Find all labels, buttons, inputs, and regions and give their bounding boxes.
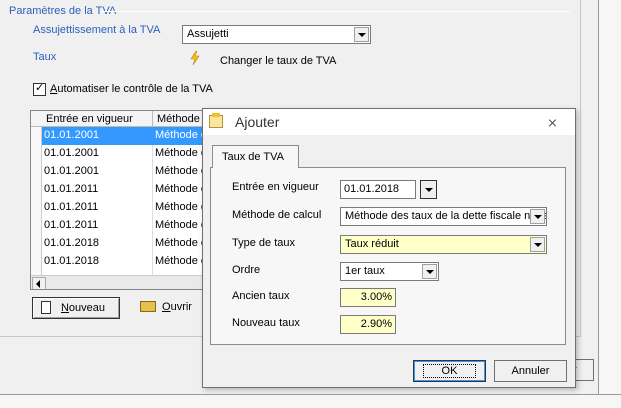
dialog-icon	[209, 113, 223, 128]
cell-date: 01.01.2011	[44, 219, 99, 231]
type-value: Taux réduit	[345, 238, 399, 250]
ancien-taux-input[interactable]: 3.00%	[340, 288, 396, 307]
cell-date: 01.01.2001	[44, 129, 100, 141]
cancel-button[interactable]: Annuler	[494, 360, 567, 382]
auto-check-label-text: utomatiser le contrôle de la TVA	[57, 83, 213, 95]
cell-date: 01.01.2011	[44, 201, 99, 213]
entree-label: Entrée en vigueur	[232, 181, 319, 193]
ok-button[interactable]: OK	[413, 360, 486, 382]
type-select[interactable]: Taux réduit	[340, 235, 547, 254]
dialog-titlebar[interactable]: Ajouter ⨯	[203, 109, 575, 135]
assujettissement-label: Assujettissement à la TVA	[33, 24, 161, 36]
nouveau-taux-input[interactable]: 2.90%	[340, 315, 396, 334]
ordre-select[interactable]: 1er taux	[340, 262, 439, 281]
ordre-value: 1er taux	[345, 265, 385, 277]
close-icon[interactable]: ⨯	[547, 115, 558, 131]
cell-method: Méthode d	[155, 165, 207, 177]
column-header-method[interactable]: Méthode	[157, 113, 200, 125]
methode-select[interactable]: Méthode des taux de la dette fiscale net…	[340, 207, 547, 226]
auto-check-label[interactable]: Automatiser le contrôle de la TVA	[50, 83, 213, 95]
cell-date: 01.01.2018	[44, 255, 100, 267]
assujettissement-value: Assujetti	[187, 28, 229, 40]
nouveau-label: Nouveau taux	[232, 317, 300, 329]
methode-value: Méthode des taux de la dette fiscale net…	[345, 210, 547, 222]
entree-date-input[interactable]: 01.01.2018	[340, 180, 416, 199]
column-header-date[interactable]: Entrée en vigueur	[46, 113, 133, 125]
cell-method: Méthode d	[155, 237, 207, 249]
cell-date: 01.01.2011	[44, 183, 99, 195]
ok-label: OK	[422, 364, 477, 378]
window-border	[0, 394, 621, 408]
chevron-down-icon[interactable]	[422, 264, 437, 279]
chevron-down-icon[interactable]	[530, 237, 545, 252]
cell-date: 01.01.2001	[44, 147, 100, 159]
methode-label: Méthode de calcul	[232, 209, 322, 221]
chevron-down-icon[interactable]	[354, 27, 369, 42]
calendar-dropdown-icon[interactable]	[420, 180, 437, 199]
new-mnemonic: N	[60, 302, 69, 314]
tab-taux-de-tva[interactable]: Taux de TVA	[212, 145, 299, 168]
cell-method: Méthode d	[155, 201, 207, 213]
auto-check-checkbox[interactable]	[33, 81, 46, 96]
cell-date: 01.01.2018	[44, 237, 100, 249]
chevron-down-icon[interactable]	[530, 209, 545, 224]
dialog-title: Ajouter	[235, 114, 280, 130]
change-rate-link[interactable]: Changer le taux de TVA	[220, 55, 336, 67]
taux-label: Taux	[33, 51, 57, 63]
add-dialog: Ajouter ⨯ Taux de TVA Entrée en vigueur …	[202, 108, 576, 388]
new-label: ouveau	[68, 302, 106, 314]
lightning-icon[interactable]	[189, 51, 201, 65]
assujettissement-select[interactable]: Assujetti	[182, 25, 371, 44]
ancien-label: Ancien taux	[232, 290, 290, 302]
cell-date: 01.01.2001	[44, 165, 100, 177]
document-icon	[41, 301, 51, 314]
cell-method: Méthode d	[155, 147, 207, 159]
open-button[interactable]: Ouvrir	[136, 297, 200, 319]
type-label: Type de taux	[232, 237, 295, 249]
cell-method: Méthode d	[155, 219, 207, 231]
row-gutter	[31, 127, 42, 275]
scroll-left-icon[interactable]	[32, 277, 46, 289]
open-label: uvrir	[170, 301, 192, 313]
cell-method: Méthode d	[155, 255, 207, 267]
new-button[interactable]: Nouveau	[32, 297, 120, 319]
folder-open-icon	[140, 301, 156, 312]
window-border	[598, 0, 621, 408]
cell-method: Méthode d	[155, 129, 207, 141]
divider	[580, 0, 581, 336]
ordre-label: Ordre	[232, 264, 261, 276]
open-mnemonic: O	[162, 301, 171, 313]
column-separator[interactable]	[152, 111, 153, 127]
cell-method: Méthode d	[155, 183, 207, 195]
group-divider	[100, 11, 570, 12]
